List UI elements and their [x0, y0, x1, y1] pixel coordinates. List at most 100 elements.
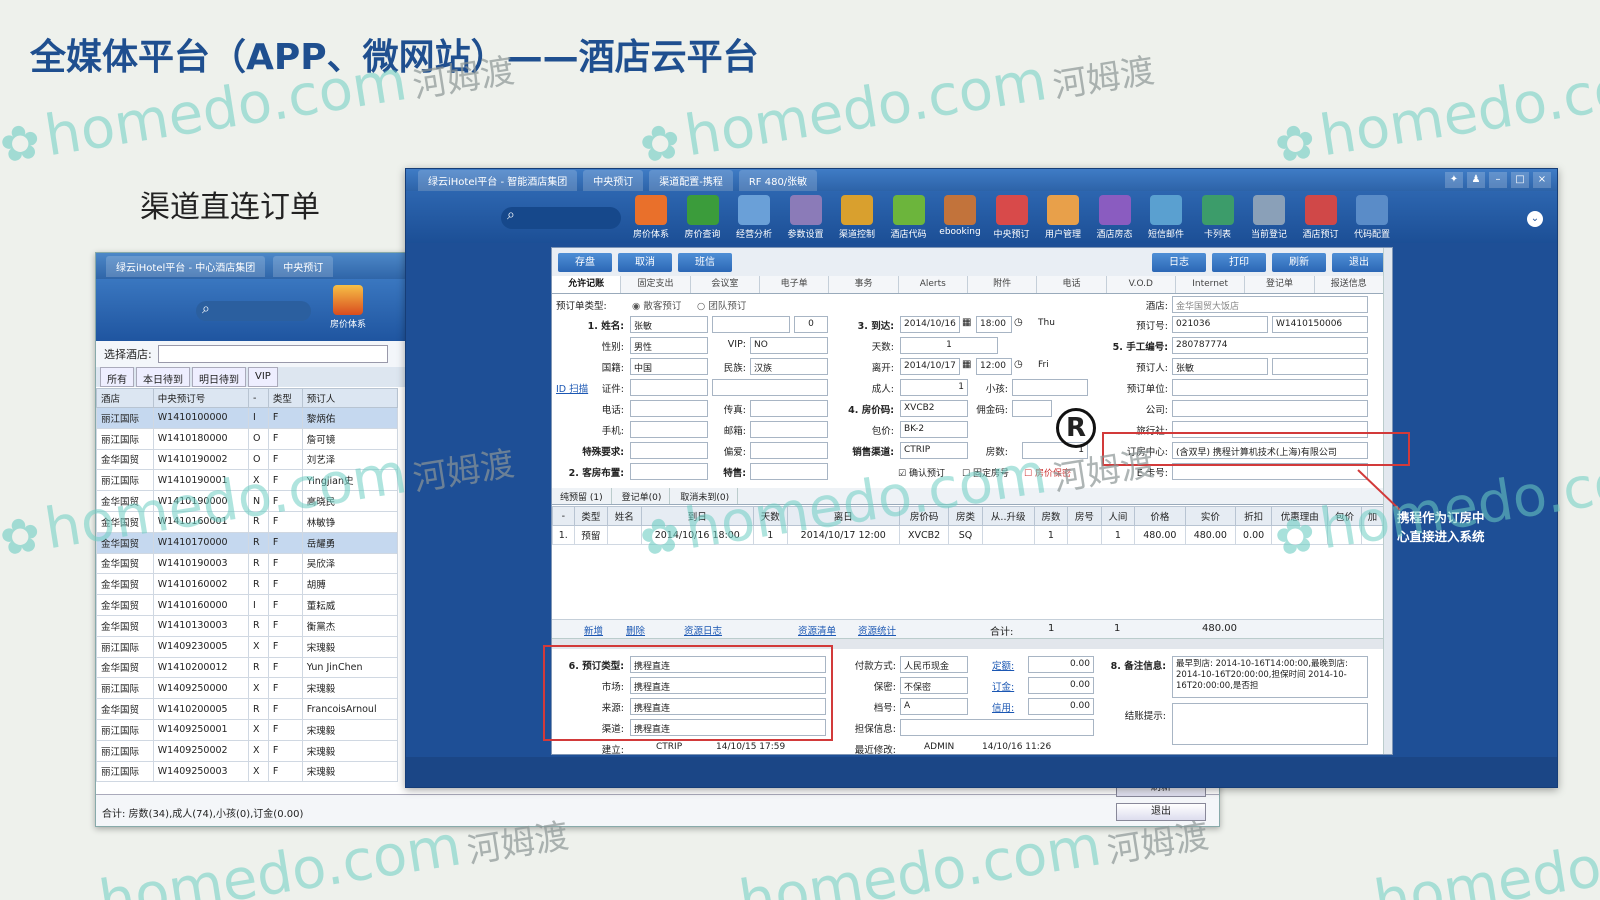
- layout-input[interactable]: [630, 463, 708, 480]
- form-tab[interactable]: V.O.D: [1106, 276, 1176, 293]
- table-row[interactable]: 金华国贸 W1410160001 R F 林敏铮: [96, 510, 399, 533]
- column-header[interactable]: 预订人: [301, 388, 399, 408]
- table-row[interactable]: 金华国贸 W1410190003 R F 吴欣泽: [96, 552, 399, 575]
- resource-log-link[interactable]: 资源日志: [684, 623, 722, 637]
- column-header[interactable]: -: [552, 506, 575, 526]
- column-header[interactable]: 房数: [1033, 506, 1069, 526]
- fixed-room-checkbox[interactable]: ☐ 固定房号: [962, 466, 1009, 479]
- column-header[interactable]: 类型: [267, 388, 303, 408]
- toolbar-item[interactable]: 用户管理: [1040, 195, 1086, 240]
- column-header[interactable]: 优惠理由: [1271, 506, 1329, 526]
- children-input[interactable]: [1012, 379, 1088, 396]
- settings-icon[interactable]: ✦: [1445, 172, 1463, 188]
- nights-input[interactable]: 1: [900, 337, 998, 354]
- arrival-time-input[interactable]: 18:00: [976, 316, 1012, 333]
- form-tab[interactable]: 登记单: [1245, 276, 1315, 293]
- toolbar-item[interactable]: ebooking: [937, 195, 983, 237]
- ratecode-input[interactable]: XVCB2: [900, 400, 968, 417]
- filter-today[interactable]: 本日待到: [136, 367, 190, 387]
- table-row[interactable]: 丽江国际 W1409250000 X F 宋瑰毅: [96, 677, 399, 700]
- filter-tomorrow[interactable]: 明日待到: [192, 367, 246, 387]
- column-header[interactable]: 天数: [753, 506, 788, 526]
- column-header[interactable]: 价格: [1134, 506, 1186, 526]
- table-row[interactable]: 金华国贸 W1410200005 R F FrancoisArnoul: [96, 698, 399, 720]
- phone-input[interactable]: [630, 400, 708, 417]
- filter-all[interactable]: 所有: [100, 367, 134, 387]
- form-tab[interactable]: 会议室: [690, 276, 760, 293]
- exit-button[interactable]: 退出: [1116, 803, 1206, 821]
- vip-select[interactable]: NO: [750, 337, 828, 354]
- minimize-icon[interactable]: –: [1489, 172, 1507, 188]
- toolbar-house-price[interactable]: 房价体系: [328, 285, 368, 330]
- column-header[interactable]: 人间: [1100, 506, 1136, 526]
- column-header[interactable]: 房价码: [898, 506, 950, 526]
- tab-platform[interactable]: 绿云iHotel平台 - 智能酒店集团: [418, 169, 578, 191]
- remark-input[interactable]: [750, 463, 828, 480]
- column-header[interactable]: 类型: [573, 506, 609, 526]
- form-tab[interactable]: 附件: [967, 276, 1038, 293]
- toolbar-item[interactable]: 当前登记: [1246, 195, 1292, 240]
- tab-registered[interactable]: 登记单(0): [614, 488, 671, 504]
- column-header[interactable]: 酒店: [96, 388, 154, 408]
- arrival-date-input[interactable]: 2014/10/16: [900, 316, 960, 333]
- tab-cancelled[interactable]: 取消未到(0): [672, 488, 739, 504]
- table-row[interactable]: 金华国贸 W1410130003 R F 衡黨杰: [96, 614, 399, 637]
- add-link[interactable]: 新增: [584, 623, 603, 637]
- table-row[interactable]: 丽江国际 W1410100000 I F 黎炳佑: [96, 407, 399, 429]
- form-tab[interactable]: 固定支出: [621, 276, 691, 293]
- ethnic-select[interactable]: 汉族: [750, 358, 828, 375]
- credit-link[interactable]: 信用:: [992, 700, 1014, 714]
- refresh-button[interactable]: 刷新: [1272, 253, 1326, 272]
- toolbar-item[interactable]: 经营分析: [731, 195, 777, 240]
- tab-central-booking[interactable]: 中央预订: [583, 169, 644, 191]
- country-select[interactable]: 中国: [630, 358, 708, 375]
- name-count-input[interactable]: 0: [794, 316, 828, 333]
- gender-select[interactable]: 男性: [630, 337, 708, 354]
- form-tab[interactable]: Internet: [1175, 276, 1246, 293]
- table-row[interactable]: 丽江国际 W1410190001 X F Yingjian史: [96, 469, 399, 492]
- column-header[interactable]: 从..升级: [981, 506, 1035, 526]
- depart-time-input[interactable]: 12:00: [976, 358, 1012, 375]
- adults-input[interactable]: 1: [900, 379, 968, 396]
- tab-platform[interactable]: 绿云iHotel平台 - 中心酒店集团: [106, 255, 266, 277]
- mobile-input[interactable]: [630, 421, 708, 438]
- toolbar-item[interactable]: 中央预订: [989, 195, 1035, 240]
- toolbar-item[interactable]: 酒店预订: [1298, 195, 1344, 240]
- id-number-input[interactable]: [712, 379, 828, 396]
- table-row[interactable]: 丽江国际 W1409230005 X F 宋瑰毅: [96, 635, 399, 658]
- hotel-select[interactable]: [157, 345, 388, 363]
- calendar-icon[interactable]: ▦: [962, 359, 971, 370]
- toolbar-item[interactable]: 短信邮件: [1143, 195, 1189, 240]
- special-input[interactable]: [630, 442, 708, 459]
- calendar-icon[interactable]: ▦: [962, 317, 971, 328]
- print-button[interactable]: 打印: [1212, 253, 1266, 272]
- company-input[interactable]: [1172, 400, 1368, 417]
- table-row[interactable]: 丽江国际 W1409250003 X F 宋瑰毅: [96, 760, 399, 783]
- form-tab[interactable]: 电子单: [759, 276, 830, 293]
- filter-vip[interactable]: VIP: [248, 367, 278, 387]
- radio-individual[interactable]: ◉ 散客预订: [632, 298, 681, 312]
- commission-input[interactable]: [1012, 400, 1052, 417]
- name-input[interactable]: 张敏: [630, 316, 708, 333]
- column-header[interactable]: 折扣: [1235, 506, 1273, 526]
- table-row[interactable]: 1. 预留 2014/10/16 18:00 1 2014/10/17 12:00 XVC…: [552, 525, 1385, 545]
- column-header[interactable]: 离日: [786, 506, 900, 526]
- toolbar-item[interactable]: 渠道控制: [834, 195, 880, 240]
- exit-button[interactable]: 退出: [1332, 253, 1386, 272]
- column-header[interactable]: 姓名: [607, 506, 642, 526]
- manual-no-input[interactable]: 280787774: [1172, 337, 1368, 354]
- checkout-textarea[interactable]: [1172, 703, 1368, 745]
- resource-stats-link[interactable]: 资源统计: [858, 623, 896, 637]
- column-header[interactable]: 中央预订号: [152, 388, 249, 408]
- booking-unit-input[interactable]: [1172, 379, 1368, 396]
- booker-input[interactable]: 张敏: [1172, 358, 1268, 375]
- deposit-input[interactable]: 0.00: [1028, 656, 1094, 673]
- guarantee-info-input[interactable]: [900, 719, 1094, 736]
- toolbar-item[interactable]: 代码配置: [1349, 195, 1395, 240]
- toolbar-item[interactable]: 房价体系: [628, 195, 674, 240]
- table-row[interactable]: 金华国贸 W1410190002 O F 刘艺泽: [96, 448, 399, 471]
- tab-reserved[interactable]: 纯预留 (1): [552, 488, 612, 504]
- deposit-link[interactable]: 定额:: [992, 658, 1014, 672]
- table-row[interactable]: 丽江国际 W1410180000 O F 詹可镜: [96, 427, 399, 450]
- toolbar-item[interactable]: 酒店房态: [1092, 195, 1138, 240]
